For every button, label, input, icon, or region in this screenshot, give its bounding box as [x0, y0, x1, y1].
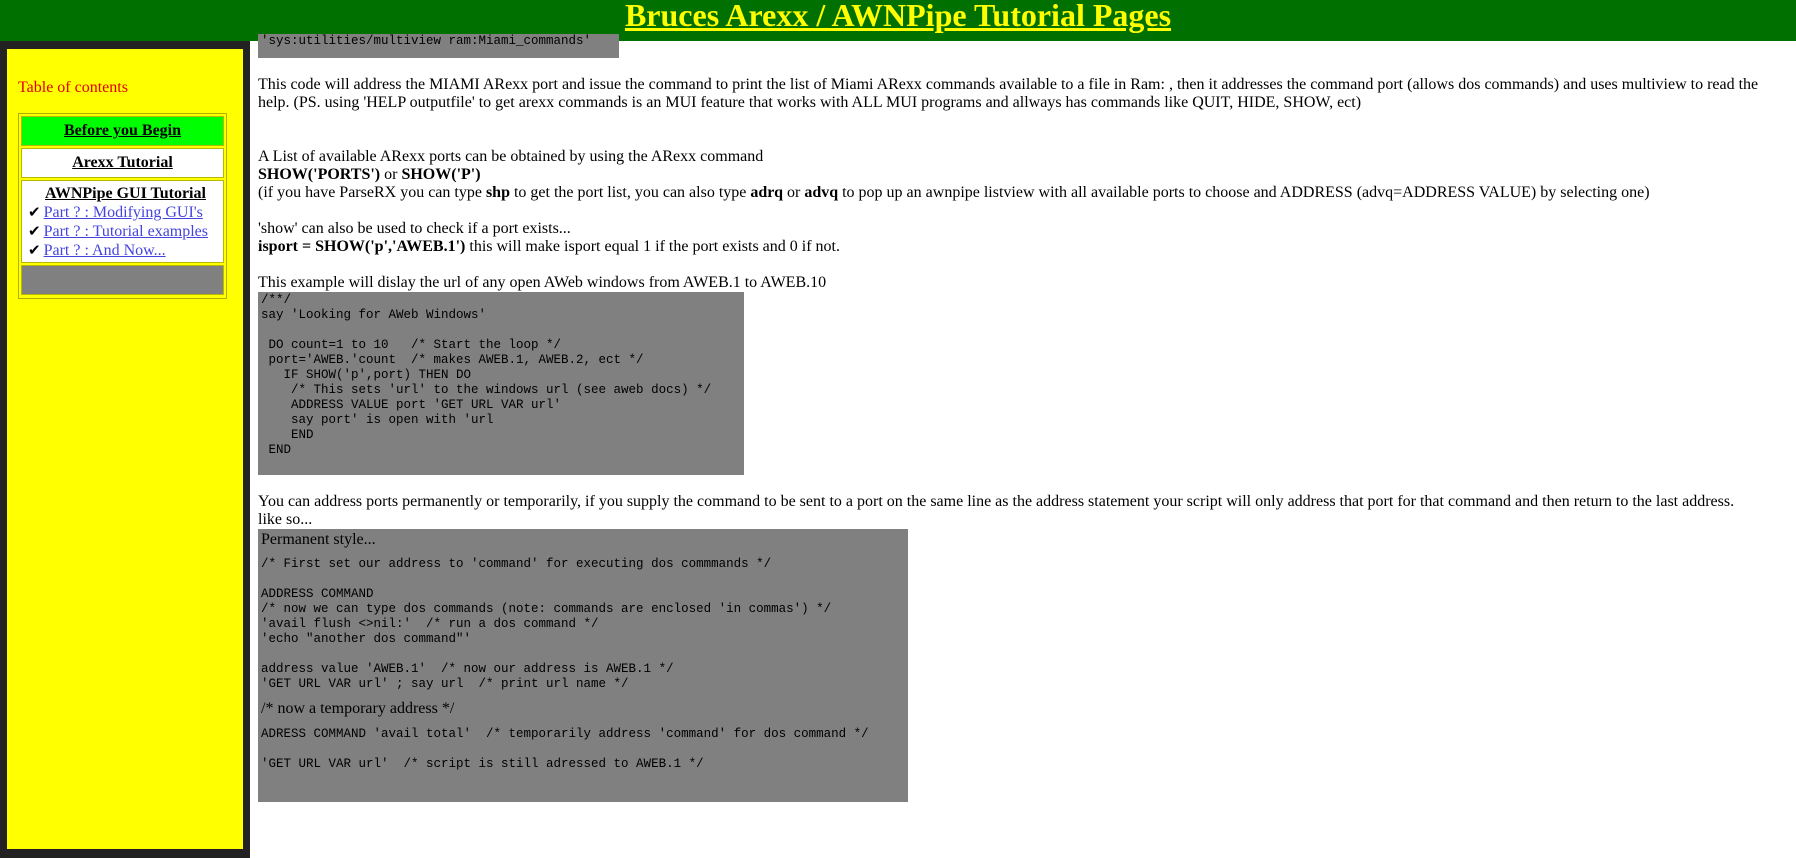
isport-code: isport = SHOW('p','AWEB.1') [258, 238, 466, 255]
toc-item-awnpipe-gui: AWNPipe GUI Tutorial ✔ Part ? : Modifying… [21, 180, 224, 263]
code-get-url: 'GET URL VAR url' /* script is still adr… [261, 757, 908, 772]
code-temporary-address: ADRESS COMMAND 'avail total' /* temporar… [261, 727, 908, 742]
paragraph-miami: This code will address the MIAMI ARexx p… [258, 76, 1759, 111]
checkmark-icon: ✔ [28, 241, 41, 259]
parserx-text: to get the port list, you can also type [509, 184, 751, 201]
sidebar-frame: Table of contents Before you Begin Arexx… [0, 41, 250, 858]
part-tutorial-examples-link[interactable]: Part ? : Tutorial examples [44, 223, 208, 240]
paragraph-address: You can address ports permanently or tem… [258, 493, 1735, 510]
code-block-aweb-loop: /**/ say 'Looking for AWeb Windows' DO c… [258, 292, 744, 475]
awnpipe-gui-tutorial-link[interactable]: AWNPipe GUI Tutorial [28, 185, 223, 203]
advq-command: advq [804, 184, 839, 201]
or-text: or [782, 184, 805, 201]
before-you-begin-link[interactable]: Before you Begin [64, 122, 181, 139]
paragraph-show-check: 'show' can also be used to check if a po… [258, 220, 571, 237]
isport-line: isport = SHOW('p','AWEB.1') this will ma… [258, 238, 1788, 256]
main-content: 'sys:utilities/multiview ram:Miami_comma… [258, 34, 1788, 802]
toc-item-before-you-begin: Before you Begin [21, 116, 224, 146]
checkmark-icon: ✔ [28, 222, 41, 240]
gui-link-row: ✔ Part ? : Modifying GUI's [28, 203, 223, 222]
part-and-now-link[interactable]: Part ? : And Now... [44, 242, 166, 259]
paragraph-ports-intro: A List of available ARexx ports can be o… [258, 148, 764, 165]
toc-title: Table of contents [18, 79, 128, 96]
permanent-style-block: Permanent style... /* First set our addr… [258, 529, 908, 802]
part-modifying-guis-link[interactable]: Part ? : Modifying GUI's [44, 204, 203, 221]
permanent-style-title: Permanent style... [261, 531, 376, 548]
parserx-text: (if you have ParseRX you can type [258, 184, 486, 201]
gui-link-row: ✔ Part ? : Tutorial examples [28, 222, 223, 241]
toc-item-empty [21, 265, 224, 295]
page-title-link[interactable]: Bruces Arexx / AWNPipe Tutorial Pages [625, 0, 1171, 31]
adrq-command: adrq [750, 184, 783, 201]
code-permanent: /* First set our address to 'command' fo… [261, 557, 908, 692]
parserx-text: to pop up an awnpipe listview with all a… [838, 184, 1650, 201]
checkmark-icon: ✔ [28, 203, 41, 221]
toc-item-arexx-tutorial: Arexx Tutorial [21, 148, 224, 178]
arexx-tutorial-link[interactable]: Arexx Tutorial [72, 154, 173, 171]
paragraph-parserx: (if you have ParseRX you can type shp to… [258, 184, 1788, 202]
isport-text: this will make isport equal 1 if the por… [465, 238, 840, 255]
code-block-multiview: 'sys:utilities/multiview ram:Miami_comma… [258, 34, 619, 58]
sidebar: Table of contents Before you Begin Arexx… [7, 49, 243, 849]
shp-command: shp [485, 184, 510, 201]
show-ports-code: SHOW('PORTS') [258, 166, 381, 183]
show-p-code: SHOW('P') [401, 166, 481, 183]
gui-link-row: ✔ Part ? : And Now... [28, 241, 223, 260]
show-commands-line: SHOW('PORTS') or SHOW('P') [258, 166, 1788, 184]
toc-table: Before you Begin Arexx Tutorial AWNPipe … [18, 113, 227, 299]
like-so-text: like so... [258, 511, 313, 528]
or-text: or [380, 166, 402, 183]
temporary-address-title: /* now a temporary address */ [261, 700, 455, 717]
paragraph-example-intro: This example will dislay the url of any … [258, 274, 827, 291]
